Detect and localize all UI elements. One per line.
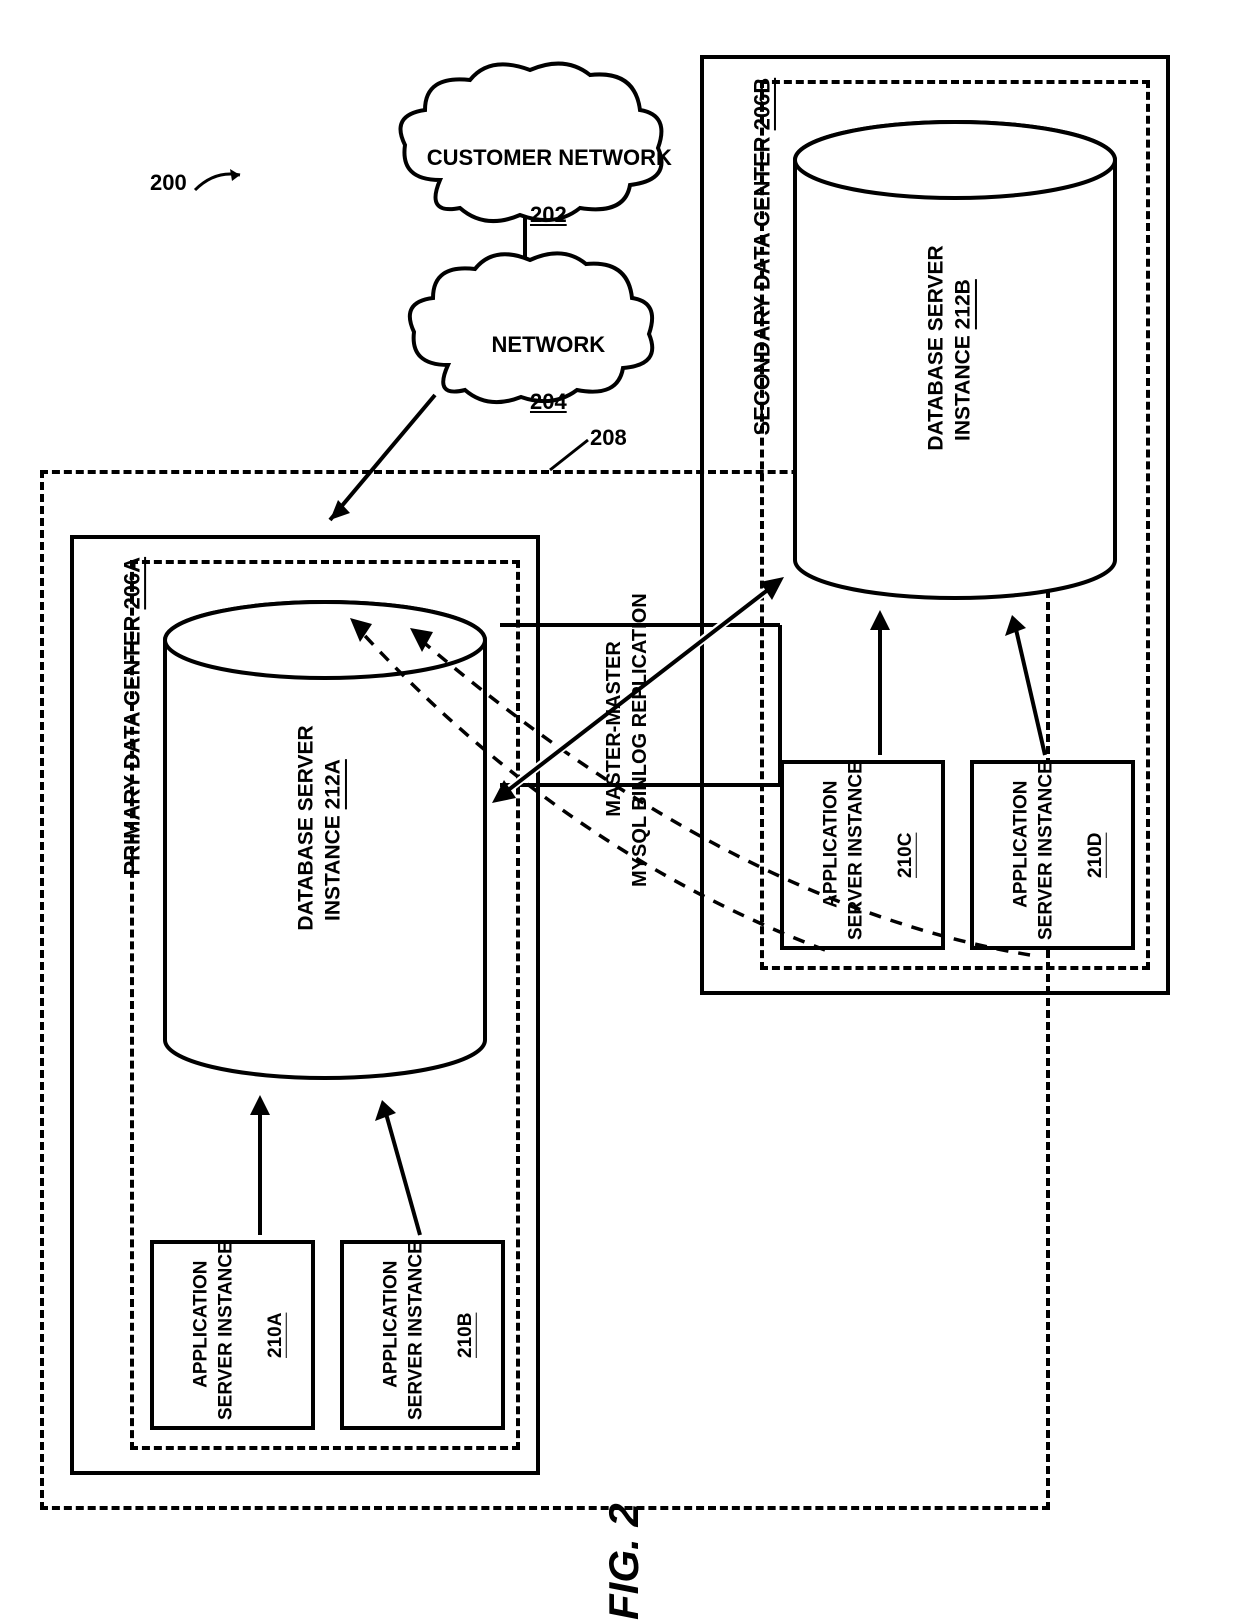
cloud-customer-network: CUSTOMER NETWORK 202	[390, 60, 670, 230]
figure-caption: FIG. 2	[600, 1500, 648, 1620]
app-a-label: APPLICATION SERVER INSTANCE 210A	[165, 1250, 313, 1420]
replication-label: MASTER-MASTER MYSQL BINLOG REPLICATION	[575, 570, 679, 910]
ref-208: 208	[590, 425, 627, 451]
diagram-stage: 200 CUSTOMER NETWORK 202 NETWORK 204	[0, 0, 1240, 1619]
db-b-label: DATABASE SERVER INSTANCE 212B	[895, 230, 1004, 490]
ref-200: 200	[150, 170, 187, 196]
app-b-label: APPLICATION SERVER INSTANCE 210B	[355, 1250, 503, 1420]
